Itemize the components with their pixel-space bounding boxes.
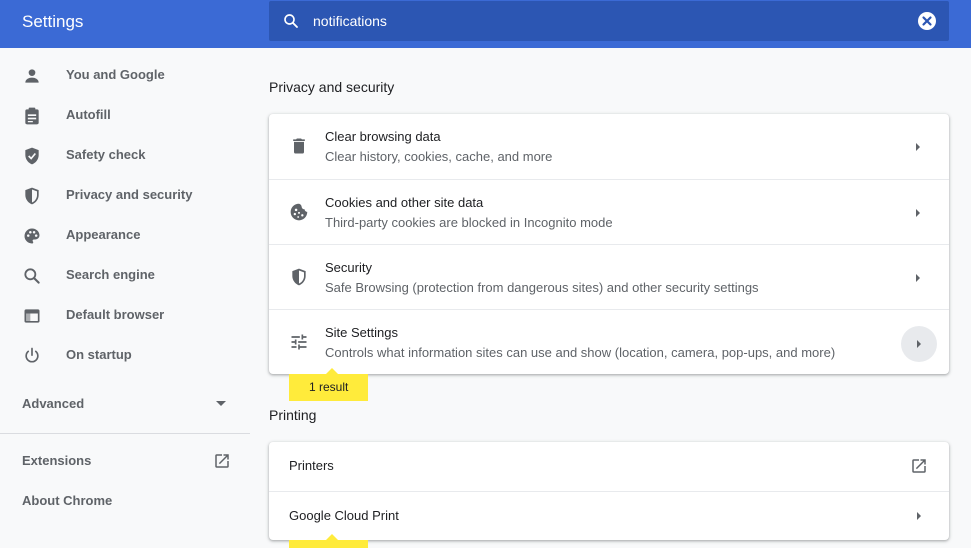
arrow-right-icon	[916, 274, 920, 282]
row-title: Security	[325, 260, 372, 275]
sidebar-item-label: About Chrome	[22, 493, 113, 508]
sidebar-item-label: Privacy and security	[66, 187, 193, 202]
section-title-printing: Printing	[269, 407, 317, 423]
cookie-icon	[290, 203, 308, 221]
palette-icon	[24, 228, 40, 244]
row-site-settings[interactable]: Site Settings Controls what information …	[269, 309, 949, 374]
tune-icon	[291, 334, 307, 350]
sidebar-item-label: Search engine	[66, 267, 155, 282]
open-in-new-icon	[912, 459, 926, 473]
arrow-right-icon	[916, 209, 920, 217]
row-clear-browsing-data[interactable]: Clear browsing data Clear history, cooki…	[269, 114, 949, 179]
row-title: Site Settings	[325, 325, 398, 340]
row-cookies[interactable]: Cookies and other site data Third-party …	[269, 179, 949, 244]
person-icon	[25, 69, 39, 83]
close-icon	[922, 16, 932, 26]
row-title: Printers	[289, 458, 334, 473]
shield-half-icon	[25, 187, 39, 205]
sidebar: You and Google Autofill Safety check Pri…	[0, 48, 250, 548]
row-google-cloud-print[interactable]: Google Cloud Print	[269, 491, 949, 540]
sidebar-item-you-and-google[interactable]: You and Google	[0, 56, 250, 96]
sidebar-item-label: Safety check	[66, 147, 146, 162]
search-icon	[24, 268, 40, 284]
row-subtitle: Third-party cookies are blocked in Incog…	[325, 215, 613, 230]
shield-check-icon	[25, 147, 39, 165]
row-title: Clear browsing data	[325, 129, 441, 144]
sidebar-item-on-startup[interactable]: On startup	[0, 336, 250, 376]
search-result-bubble-printing: 1 result	[289, 534, 369, 548]
sidebar-divider	[0, 433, 250, 434]
row-printers[interactable]: Printers	[269, 442, 949, 491]
top-bar: Settings	[0, 0, 971, 48]
sidebar-item-label: Appearance	[66, 227, 141, 242]
sidebar-item-default-browser[interactable]: Default browser	[0, 296, 250, 336]
row-subtitle: Clear history, cookies, cache, and more	[325, 149, 553, 164]
power-icon	[25, 347, 39, 363]
app-title: Settings	[22, 12, 84, 31]
search-box[interactable]	[269, 1, 949, 41]
sidebar-item-label: Default browser	[66, 307, 165, 322]
sidebar-item-label: On startup	[66, 347, 132, 362]
section-title-privacy: Privacy and security	[269, 79, 395, 95]
clipboard-icon	[25, 107, 39, 125]
sidebar-item-safety-check[interactable]: Safety check	[0, 136, 250, 176]
search-input[interactable]	[313, 10, 873, 32]
search-icon	[284, 14, 298, 28]
sidebar-item-label: Extensions	[22, 453, 92, 468]
arrow-right-icon	[917, 512, 921, 520]
shield-half-icon	[292, 268, 306, 286]
row-subtitle: Safe Browsing (protection from dangerous…	[325, 280, 759, 295]
site-settings-arrow-button[interactable]	[901, 326, 937, 362]
browser-icon	[24, 309, 40, 323]
search-result-bubble: 1 result	[289, 368, 369, 401]
row-title: Cookies and other site data	[325, 195, 484, 210]
sidebar-item-autofill[interactable]: Autofill	[0, 96, 250, 136]
clear-search-button[interactable]	[918, 12, 936, 30]
sidebar-advanced-toggle[interactable]: Advanced	[0, 384, 250, 424]
advanced-label: Advanced	[22, 396, 85, 411]
row-subtitle: Controls what information sites can use …	[325, 345, 836, 360]
arrow-right-icon	[917, 340, 921, 348]
open-in-new-icon	[215, 454, 229, 468]
sidebar-item-label: You and Google	[66, 67, 165, 82]
trash-icon	[293, 138, 305, 154]
row-title: Google Cloud Print	[289, 508, 399, 523]
sidebar-item-appearance[interactable]: Appearance	[0, 216, 250, 256]
sidebar-item-label: Autofill	[66, 107, 111, 122]
printing-card: Printers Google Cloud Print	[269, 442, 949, 540]
chevron-down-icon	[216, 401, 226, 406]
row-security[interactable]: Security Safe Browsing (protection from …	[269, 244, 949, 309]
sidebar-item-about-chrome[interactable]: About Chrome	[0, 481, 250, 521]
privacy-card: Clear browsing data Clear history, cooki…	[269, 114, 949, 374]
sidebar-item-search-engine[interactable]: Search engine	[0, 256, 250, 296]
arrow-right-icon	[916, 143, 920, 151]
sidebar-item-privacy-and-security[interactable]: Privacy and security	[0, 176, 250, 216]
sidebar-item-extensions[interactable]: Extensions	[0, 441, 250, 481]
